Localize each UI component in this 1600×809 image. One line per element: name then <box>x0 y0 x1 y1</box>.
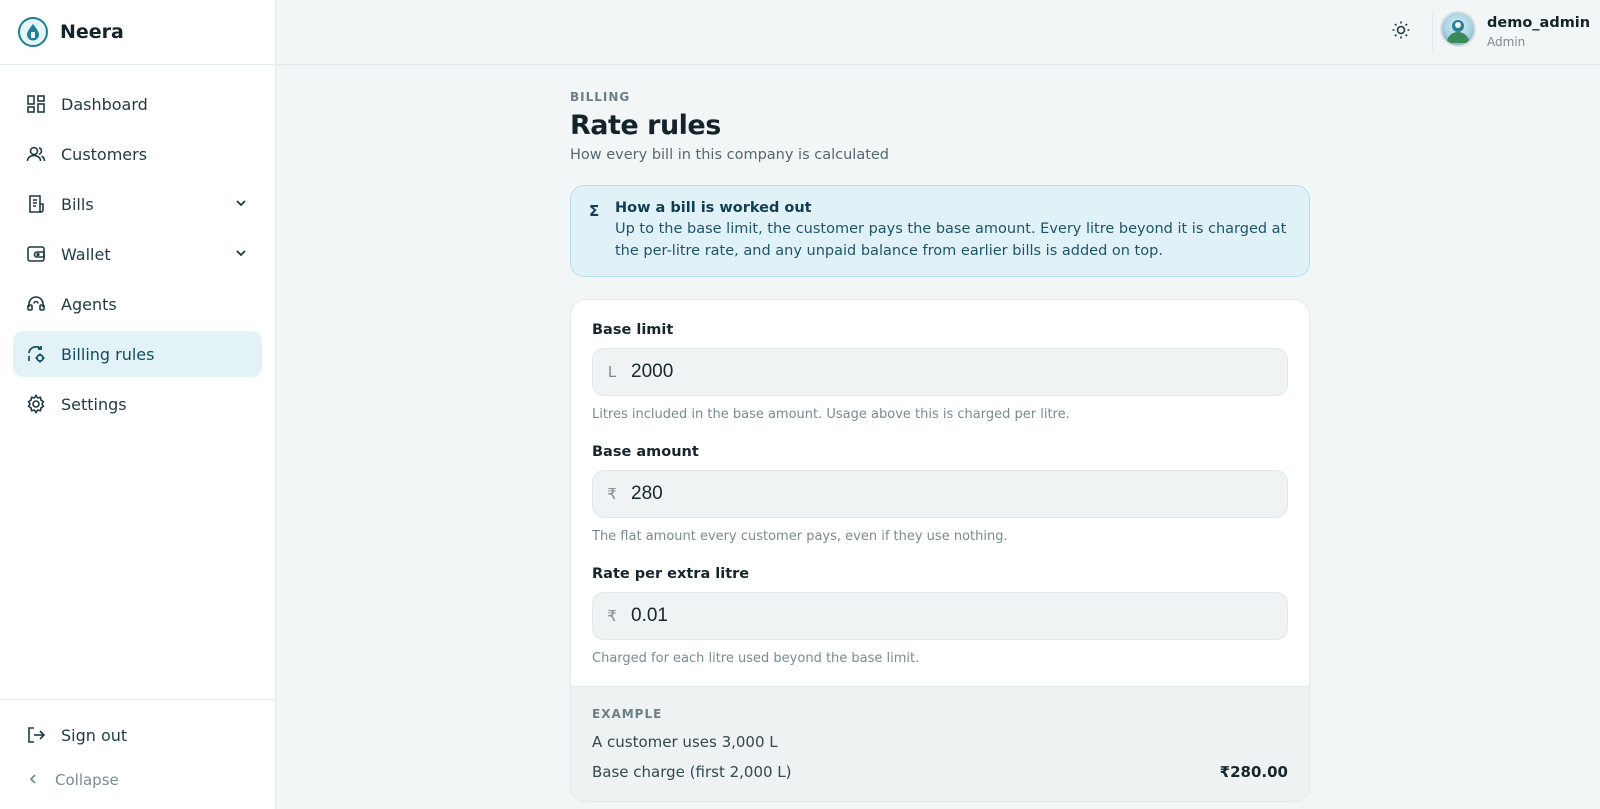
sidebar-item-settings[interactable]: Settings <box>13 381 262 427</box>
brand-name: Neera <box>60 21 124 43</box>
rate-input-wrap[interactable]: ₹ <box>592 592 1288 640</box>
sidebar-item-label: Customers <box>61 144 148 164</box>
sign-out-button[interactable]: Sign out <box>13 712 262 758</box>
sidebar-item-agents[interactable]: Agents <box>13 281 262 327</box>
example-row: Base charge (first 2,000 L) ₹280.00 <box>592 763 1288 781</box>
rate-rules-card: Base limit L Litres included in the base… <box>570 299 1310 802</box>
sidebar-item-billing-rules[interactable]: Billing rules <box>13 331 262 377</box>
base-limit-input[interactable] <box>631 361 1231 383</box>
wallet-icon <box>25 243 47 265</box>
base-amount-field: Base amount ₹ The flat amount every cust… <box>592 444 1288 544</box>
sign-out-label: Sign out <box>61 725 128 745</box>
field-hint: Charged for each litre used beyond the b… <box>592 651 920 666</box>
base-limit-field: Base limit L Litres included in the base… <box>592 322 1288 422</box>
sidebar-nav: Dashboard Customers Bills Wallet Agents … <box>0 65 275 427</box>
base-amount-input[interactable] <box>631 483 1231 505</box>
user-name[interactable]: demo_admin <box>1487 15 1590 31</box>
chevron-down-icon[interactable] <box>234 195 248 214</box>
example-row-label: Base charge (first 2,000 L) <box>592 763 792 781</box>
sidebar-item-wallet[interactable]: Wallet <box>13 231 262 277</box>
gear-icon <box>25 393 47 415</box>
theme-toggle-button[interactable] <box>1387 18 1415 46</box>
rupee-prefix: ₹ <box>607 485 617 503</box>
chevron-left-icon <box>27 771 39 789</box>
sidebar-item-label: Agents <box>61 294 117 314</box>
sidebar-item-bills[interactable]: Bills <box>13 181 262 227</box>
base-amount-input-wrap[interactable]: ₹ <box>592 470 1288 518</box>
page-subtitle: How every bill in this company is calcul… <box>570 147 890 163</box>
field-label: Base limit <box>592 322 674 338</box>
sidebar-item-label: Bills <box>61 194 94 214</box>
users-icon <box>25 143 47 165</box>
info-callout: Σ How a bill is worked out Up to the bas… <box>570 185 1310 277</box>
sidebar: Neera Dashboard Customers Bills Wallet A… <box>0 0 276 809</box>
user-role: Admin <box>1487 35 1526 49</box>
base-limit-input-wrap[interactable]: L <box>592 348 1288 396</box>
chevron-down-icon[interactable] <box>234 245 248 264</box>
info-body: Up to the base limit, the customer pays … <box>615 221 1287 259</box>
water-drop-logo-icon <box>18 17 48 47</box>
sign-out-icon <box>25 724 47 746</box>
receipt-icon <box>25 193 47 215</box>
field-label: Rate per extra litre <box>592 566 750 582</box>
rate-input[interactable] <box>631 605 1231 627</box>
rupee-prefix: ₹ <box>607 607 617 625</box>
rate-field: Rate per extra litre ₹ Charged for each … <box>592 566 1288 666</box>
litre-prefix: L <box>607 363 617 381</box>
page-title: Rate rules <box>570 110 721 141</box>
sidebar-item-label: Settings <box>61 394 127 414</box>
sidebar-item-label: Wallet <box>61 244 111 264</box>
example-eyebrow: EXAMPLE <box>592 707 663 721</box>
sidebar-item-customers[interactable]: Customers <box>13 131 262 177</box>
field-hint: Litres included in the base amount. Usag… <box>592 407 1070 422</box>
example-section: EXAMPLE A customer uses 3,000 L Base cha… <box>571 686 1309 801</box>
info-title: How a bill is worked out <box>615 200 812 216</box>
dashboard-icon <box>25 93 47 115</box>
billing-rules-icon <box>25 343 47 365</box>
sidebar-item-label: Dashboard <box>61 94 148 114</box>
avatar[interactable] <box>1440 11 1476 47</box>
sidebar-item-label: Billing rules <box>61 344 155 364</box>
example-usage: A customer uses 3,000 L <box>592 733 778 751</box>
sidebar-footer: Sign out Collapse <box>0 699 275 809</box>
headset-icon <box>25 293 47 315</box>
brand[interactable]: Neera <box>0 0 275 65</box>
field-label: Base amount <box>592 444 699 460</box>
sidebar-item-dashboard[interactable]: Dashboard <box>13 81 262 127</box>
example-row-amount: ₹280.00 <box>1219 763 1288 781</box>
collapse-button[interactable]: Collapse <box>0 762 275 798</box>
sun-icon <box>1391 20 1411 44</box>
breadcrumb: BILLING <box>570 90 631 104</box>
field-hint: The flat amount every customer pays, eve… <box>592 529 1008 544</box>
sigma-icon: Σ <box>589 202 600 220</box>
divider <box>1432 10 1433 54</box>
collapse-label: Collapse <box>55 771 119 789</box>
main-content: BILLING Rate rules How every bill in thi… <box>570 90 1310 802</box>
topbar: demo_admin Admin <box>277 0 1600 65</box>
